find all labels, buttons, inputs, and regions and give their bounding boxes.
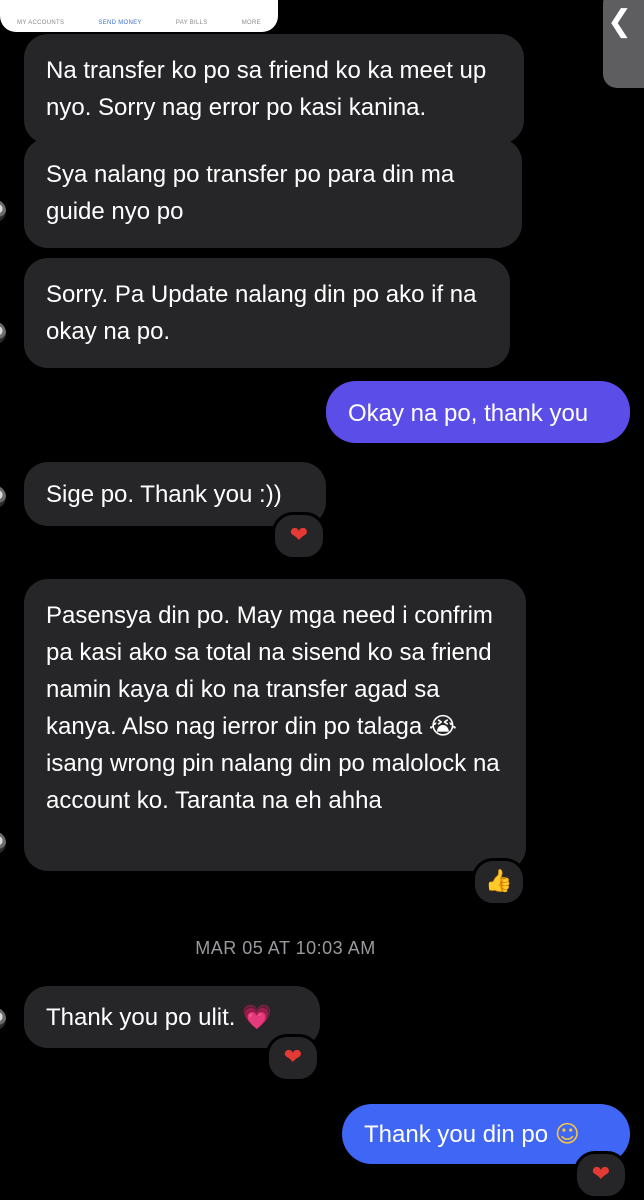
avatar[interactable]	[0, 322, 6, 344]
message-bubble-incoming[interactable]: Sorry. Pa Update nalang din po ako if na…	[24, 258, 510, 368]
message-text: Thank you din po	[364, 1121, 549, 1148]
avatar[interactable]	[0, 1008, 6, 1030]
crying-face-icon: 😭	[428, 712, 457, 740]
back-button[interactable]: ❮	[603, 0, 644, 88]
pink-heart-icon: 💗	[242, 1003, 273, 1031]
heart-reaction[interactable]: ❤	[574, 1151, 628, 1199]
message-bubble-outgoing[interactable]: Okay na po, thank you	[326, 381, 630, 443]
message-bubble-incoming[interactable]: Sya nalang po transfer po para din ma gu…	[24, 138, 522, 248]
shared-card-nav-send-money: SEND MONEY	[98, 20, 142, 26]
timestamp: MAR 05 AT 10:03 AM	[195, 938, 376, 958]
message-text: Sorry. Pa Update nalang din po ako if na…	[46, 281, 477, 345]
shared-image-card[interactable]: MY ACCOUNTS SEND MONEY PAY BILLS MORE	[0, 0, 278, 32]
shared-card-nav: MY ACCOUNTS SEND MONEY PAY BILLS MORE	[0, 20, 278, 26]
avatar[interactable]	[0, 486, 6, 508]
shared-card-nav-more: MORE	[241, 20, 261, 26]
message-text: Okay na po, thank you	[348, 400, 589, 427]
shared-card-nav-pay-bills: PAY BILLS	[175, 20, 208, 26]
heart-icon: ❤	[283, 1045, 303, 1070]
thumbs-up-icon: 👍	[485, 869, 513, 894]
message-text: Pasensya din po. May mga need i confrim …	[46, 602, 493, 740]
chevron-left-icon: ❮	[607, 4, 633, 39]
message-text: Na transfer ko po sa friend ko ka meet u…	[46, 57, 487, 121]
message-text: Sige po. Thank you :))	[46, 481, 282, 508]
message-bubble-incoming[interactable]: Pasensya din po. May mga need i confrim …	[24, 579, 526, 871]
heart-icon: ❤	[289, 523, 309, 548]
message-bubble-incoming[interactable]: Na transfer ko po sa friend ko ka meet u…	[24, 34, 524, 144]
heart-reaction[interactable]: ❤	[272, 512, 326, 560]
avatar[interactable]	[0, 832, 6, 854]
message-text: Sya nalang po transfer po para din ma gu…	[46, 161, 455, 225]
shared-card-nav-my-accounts: MY ACCOUNTS	[17, 20, 65, 26]
smiling-face-icon: ☺	[554, 1120, 580, 1148]
heart-icon: ❤	[591, 1162, 611, 1187]
heart-reaction[interactable]: ❤	[266, 1034, 320, 1082]
thumbs-up-reaction[interactable]: 👍	[472, 858, 526, 906]
message-text-continued: isang wrong pin nalang din po malolock n…	[46, 750, 500, 814]
message-text: Thank you po ulit.	[46, 1004, 236, 1031]
avatar[interactable]	[0, 200, 6, 222]
